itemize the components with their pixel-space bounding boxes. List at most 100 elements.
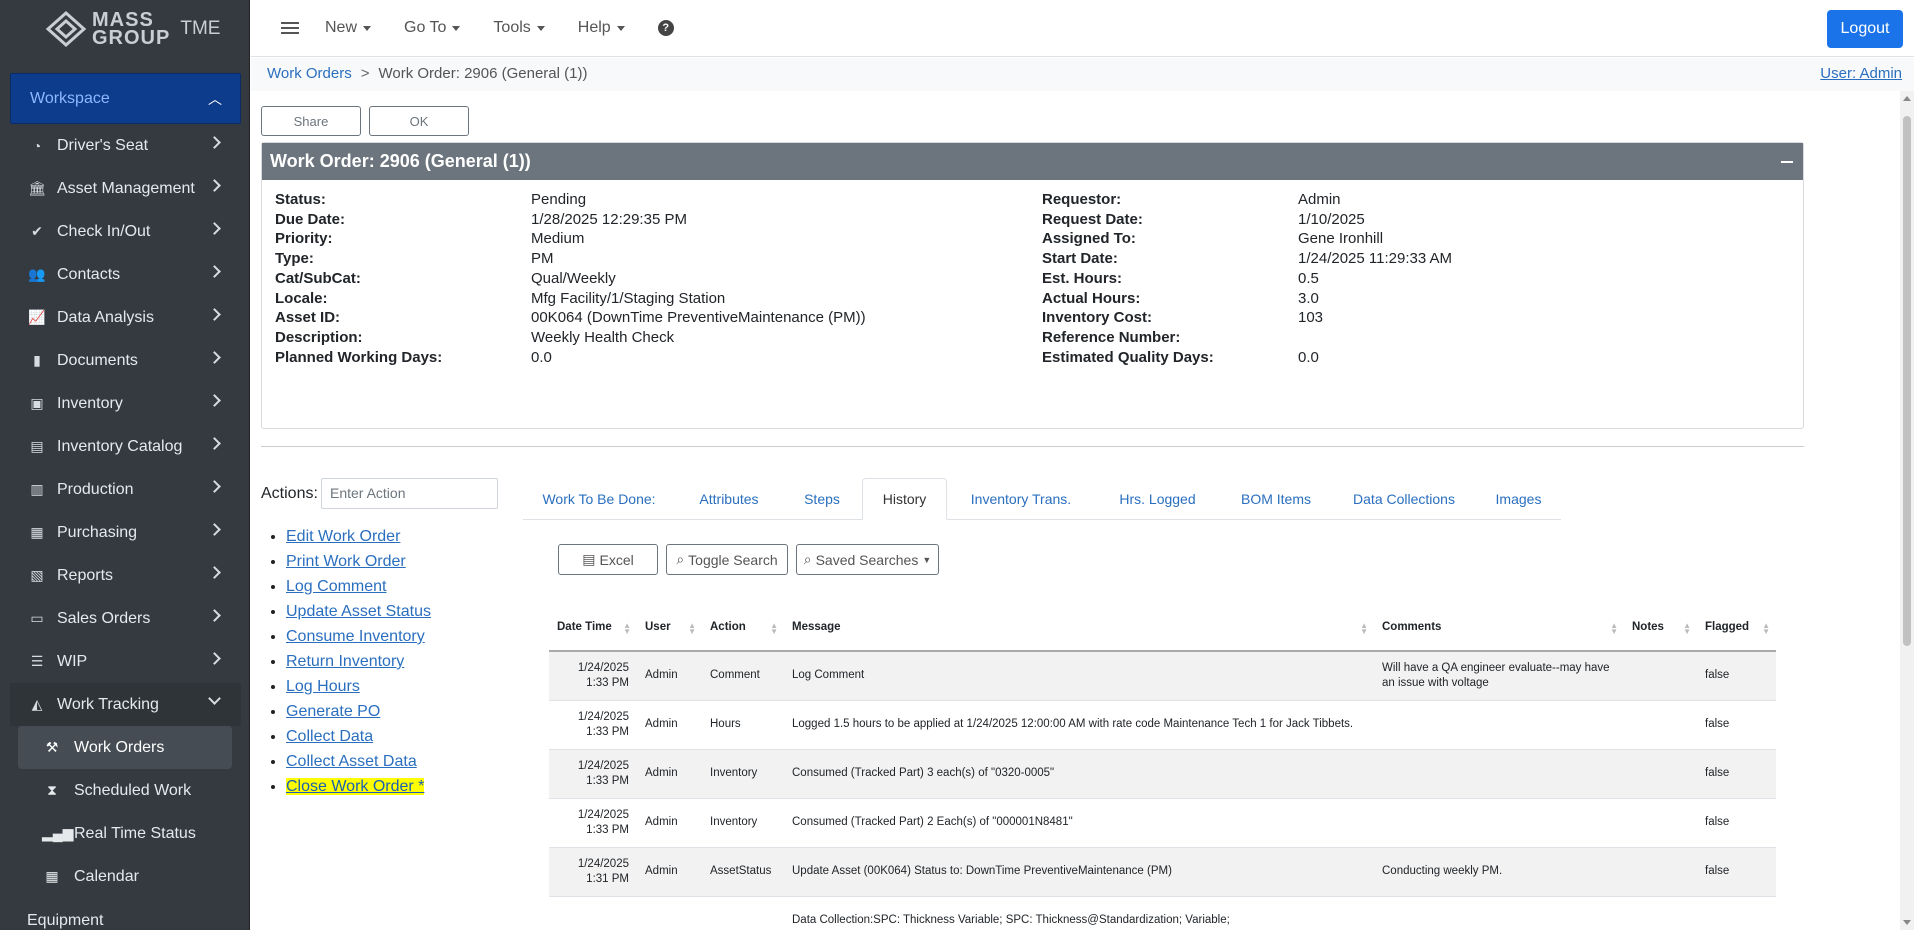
sidebar-item-asset-management[interactable]: 🏛 Asset Management [10, 167, 241, 210]
column-header-label: Date Time [557, 620, 612, 633]
brand-logo[interactable]: MASS GROUP TME [0, 0, 249, 57]
share-button[interactable]: Share [261, 106, 361, 136]
sidebar-subitem-calendar[interactable]: ▦ Calendar [18, 855, 241, 898]
field-value: 3.0 [1298, 289, 1319, 307]
excel-button[interactable]: ▤ Excel [558, 544, 658, 575]
cell-date: 1/24/2025 [577, 710, 629, 723]
tab-work-to-be-done[interactable]: Work To Be Done: [523, 478, 675, 520]
print-work-order-link[interactable]: Print Work Order [286, 553, 406, 570]
book-icon: ▤ [30, 438, 44, 454]
list-item: Generate PO [286, 702, 431, 722]
logo-icon [45, 10, 87, 47]
table-row[interactable]: 1/24/2025 1:33 PM Admin Comment Log Comment W… [549, 650, 1776, 700]
sidebar-item-documents[interactable]: ▮ Documents [10, 339, 241, 382]
sidebar-subitem-work-orders[interactable]: ⚒ Work Orders [18, 726, 232, 769]
tab-hrs-logged[interactable]: Hrs. Logged [1095, 478, 1220, 520]
column-header-message[interactable]: Message ▲ ▼ [784, 603, 1374, 652]
log-comment-link[interactable]: Log Comment [286, 578, 387, 595]
scroll-up-arrow-icon[interactable] [1903, 96, 1911, 101]
tab-bom-items[interactable]: BOM Items [1220, 478, 1332, 520]
table-row[interactable]: 1/24/2025 1:33 PM Admin Inventory Consumed (… [549, 797, 1776, 847]
collect-asset-data-link[interactable]: Collect Asset Data [286, 753, 417, 770]
scrollbar-thumb[interactable] [1903, 116, 1911, 646]
field-value: 1/24/2025 11:29:33 AM [1298, 250, 1453, 268]
table-row[interactable]: Data Collection:SPC: Thickness Variable;… [549, 895, 1776, 945]
box-icon: ▣ [30, 395, 44, 411]
column-header-datetime[interactable]: Date Time ▲ ▼ [549, 603, 637, 652]
table-row[interactable]: 1/24/2025 1:33 PM Admin Hours Logged 1.5 hou… [549, 699, 1776, 749]
cell-flagged [1697, 895, 1776, 945]
table-header-row: Date Time ▲ ▼ User ▲ ▼ Action ▲ ▼ Message ▲ ▼ Co… [549, 603, 1776, 652]
sidebar-item-data-analysis[interactable]: 📈 Data Analysis [10, 296, 241, 339]
breadcrumb-current: Work Order: 2906 (General (1)) [378, 65, 588, 82]
log-hours-link[interactable]: Log Hours [286, 678, 360, 695]
page-scrollbar[interactable] [1900, 91, 1914, 930]
toggle-search-button[interactable]: ⌕ Toggle Search [666, 544, 788, 575]
sidebar-item-drivers-seat[interactable]: ◔ Driver's Seat [10, 124, 241, 167]
update-asset-status-link[interactable]: Update Asset Status [286, 603, 431, 620]
sidebar-item-purchasing[interactable]: ▦ Purchasing [10, 511, 241, 554]
edit-work-order-link[interactable]: Edit Work Order [286, 528, 400, 545]
sidebar-item-equipment[interactable]: Equipment [10, 912, 104, 930]
cell-time: 1:33 PM [586, 774, 629, 787]
question-circle-icon[interactable]: ? [657, 20, 674, 36]
tab-data-collections[interactable]: Data Collections [1332, 478, 1476, 520]
menu-tools[interactable]: Tools [493, 19, 545, 37]
column-header-notes[interactable]: Notes ▲ ▼ [1624, 603, 1697, 652]
tab-history[interactable]: History [862, 478, 947, 520]
cell-user: Admin [637, 650, 702, 700]
hamburger-menu-icon[interactable] [281, 19, 299, 37]
menu-tools-label: Tools [493, 19, 531, 36]
field-label: Start Date: [1042, 250, 1118, 268]
generate-po-link[interactable]: Generate PO [286, 703, 380, 720]
breadcrumb-work-orders-link[interactable]: Work Orders [267, 65, 352, 82]
sidebar-item-inventory-catalog[interactable]: ▤ Inventory Catalog [10, 425, 241, 468]
collect-data-link[interactable]: Collect Data [286, 728, 373, 745]
tab-attributes[interactable]: Attributes [675, 478, 783, 520]
cell-date: 1/24/2025 [577, 808, 629, 821]
cell-date: 1/24/2025 [577, 857, 629, 870]
sidebar-subitem-scheduled-work[interactable]: ⧗ Scheduled Work [18, 769, 241, 812]
close-work-order-link[interactable]: Close Work Order * [286, 778, 425, 795]
saved-searches-button[interactable]: ⌕ Saved Searches ▼ [796, 544, 939, 575]
cell-action: Inventory [702, 748, 784, 798]
tab-inventory-trans[interactable]: Inventory Trans. [947, 478, 1095, 520]
search-icon: ⌕ [803, 551, 812, 567]
sidebar-item-inventory[interactable]: ▣ Inventory [10, 382, 241, 425]
sidebar-item-check-in-out[interactable]: ✔ Check In/Out [10, 210, 241, 253]
consume-inventory-link[interactable]: Consume Inventory [286, 628, 425, 645]
sidebar-item-work-tracking[interactable]: ◭ Work Tracking [10, 683, 241, 726]
collapse-minus-icon[interactable] [1781, 161, 1793, 163]
table-row[interactable]: 1/24/2025 1:31 PM Admin AssetStatus Update A… [549, 846, 1776, 896]
column-header-user[interactable]: User ▲ ▼ [637, 603, 702, 652]
column-header-flagged[interactable]: Flagged ▲ ▼ [1697, 603, 1776, 652]
sidebar-subitem-real-time-status[interactable]: ▂▄▆ Real Time Status [18, 812, 241, 855]
column-header-comments[interactable]: Comments ▲ ▼ [1374, 603, 1624, 652]
sidebar-item-sales-orders[interactable]: ▭ Sales Orders [10, 597, 241, 640]
user-link[interactable]: User: Admin [1820, 65, 1902, 82]
workspace-toggle[interactable]: Workspace ︿ [10, 73, 241, 124]
menu-goto[interactable]: Go To [404, 19, 461, 37]
cell-comments [1374, 895, 1624, 945]
ok-button[interactable]: OK [369, 106, 469, 136]
logout-button[interactable]: Logout [1827, 10, 1903, 48]
sidebar-item-label: Inventory [57, 394, 123, 412]
sidebar-item-production[interactable]: ▥ Production [10, 468, 241, 511]
return-inventory-link[interactable]: Return Inventory [286, 653, 404, 670]
table-row[interactable]: 1/24/2025 1:33 PM Admin Inventory Consumed (… [549, 748, 1776, 798]
chevron-right-icon [208, 179, 221, 192]
sidebar-item-contacts[interactable]: 👥 Contacts [10, 253, 241, 296]
tab-images[interactable]: Images [1476, 478, 1561, 520]
field-label: Est. Hours: [1042, 269, 1123, 287]
cell-time: 1:33 PM [586, 676, 629, 689]
action-input[interactable]: Enter Action [321, 478, 498, 509]
menu-new-label: New [325, 19, 358, 36]
column-header-action[interactable]: Action ▲ ▼ [702, 603, 784, 652]
tab-steps[interactable]: Steps [783, 478, 861, 520]
work-order-card: Work Order: 2906 (General (1)) Status: Pe… [261, 142, 1804, 429]
sidebar-item-wip[interactable]: ☰ WIP [10, 640, 241, 683]
menu-help[interactable]: Help [578, 19, 625, 37]
menu-new[interactable]: New [325, 19, 372, 37]
scroll-down-arrow-icon[interactable] [1903, 920, 1911, 925]
sidebar-item-reports[interactable]: ▧ Reports [10, 554, 241, 597]
